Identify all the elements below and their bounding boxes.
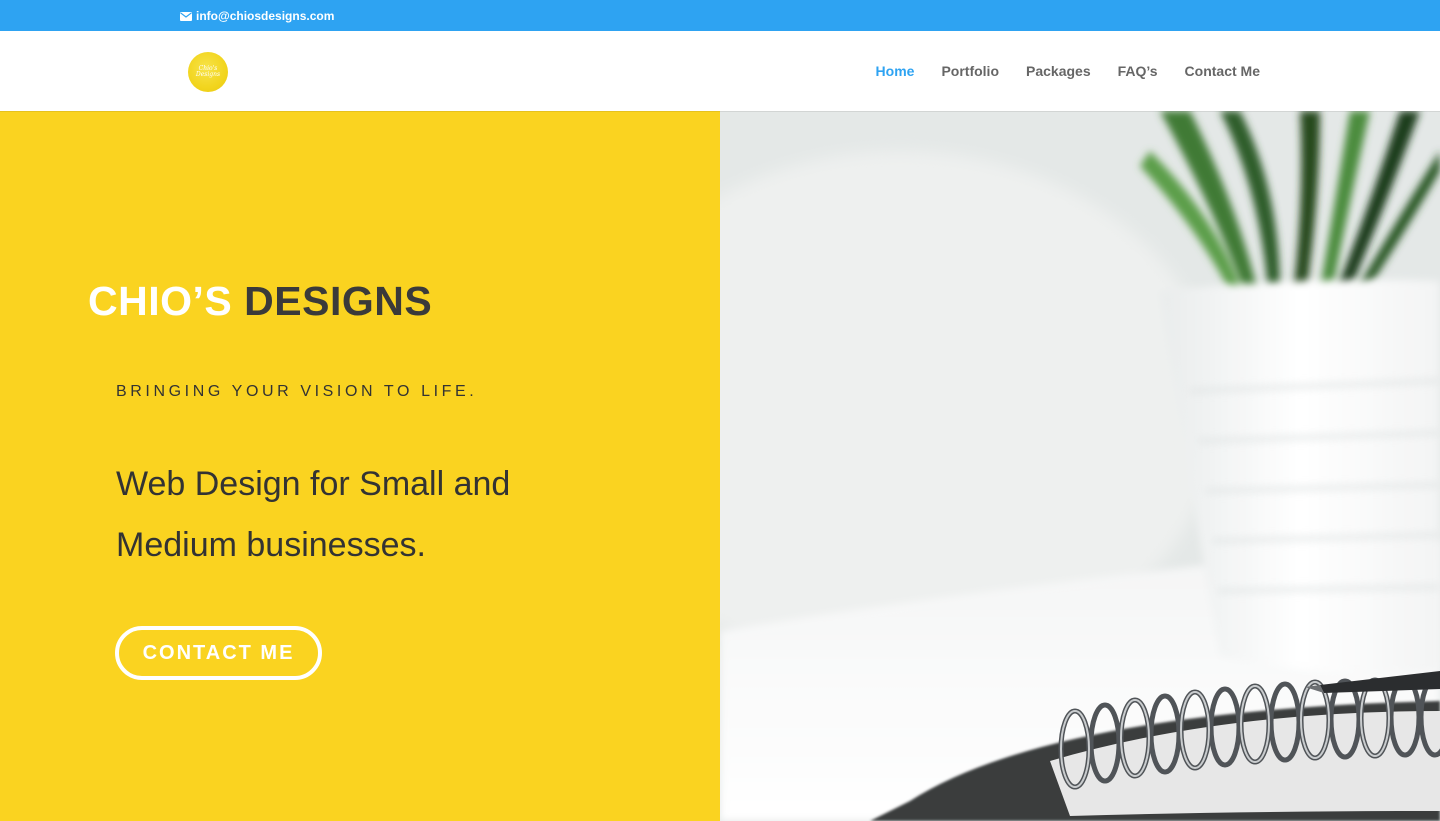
desk-plant-notebook-image — [720, 111, 1440, 821]
nav-packages[interactable]: Packages — [1026, 62, 1091, 80]
email-text: info@chiosdesigns.com — [196, 9, 335, 23]
nav-home[interactable]: Home — [876, 62, 915, 80]
email-link[interactable]: info@chiosdesigns.com — [180, 8, 334, 24]
top-bar: info@chiosdesigns.com — [0, 0, 1440, 31]
hero-title-first: CHIO’S — [88, 278, 233, 324]
site-header: Chio's Designs Home Portfolio Packages F… — [0, 31, 1440, 111]
hero-title: CHIO’S DESIGNS — [88, 277, 432, 325]
contact-me-button[interactable]: CONTACT ME — [115, 626, 322, 680]
nav-faqs[interactable]: FAQ’s — [1118, 62, 1158, 80]
hero-photo — [720, 111, 1440, 821]
nav-contact-me[interactable]: Contact Me — [1185, 62, 1260, 80]
hero-headline: Web Design for Small and Medium business… — [116, 465, 511, 564]
main-nav: Home Portfolio Packages FAQ’s Contact Me — [849, 62, 1260, 80]
logo-text: Chio's Designs — [195, 65, 221, 78]
envelope-icon — [180, 11, 192, 21]
site-logo[interactable]: Chio's Designs — [188, 52, 228, 92]
nav-portfolio[interactable]: Portfolio — [941, 62, 999, 80]
hero-title-second: DESIGNS — [244, 278, 433, 324]
hero-tagline: BRINGING YOUR VISION TO LIFE. — [116, 383, 478, 400]
